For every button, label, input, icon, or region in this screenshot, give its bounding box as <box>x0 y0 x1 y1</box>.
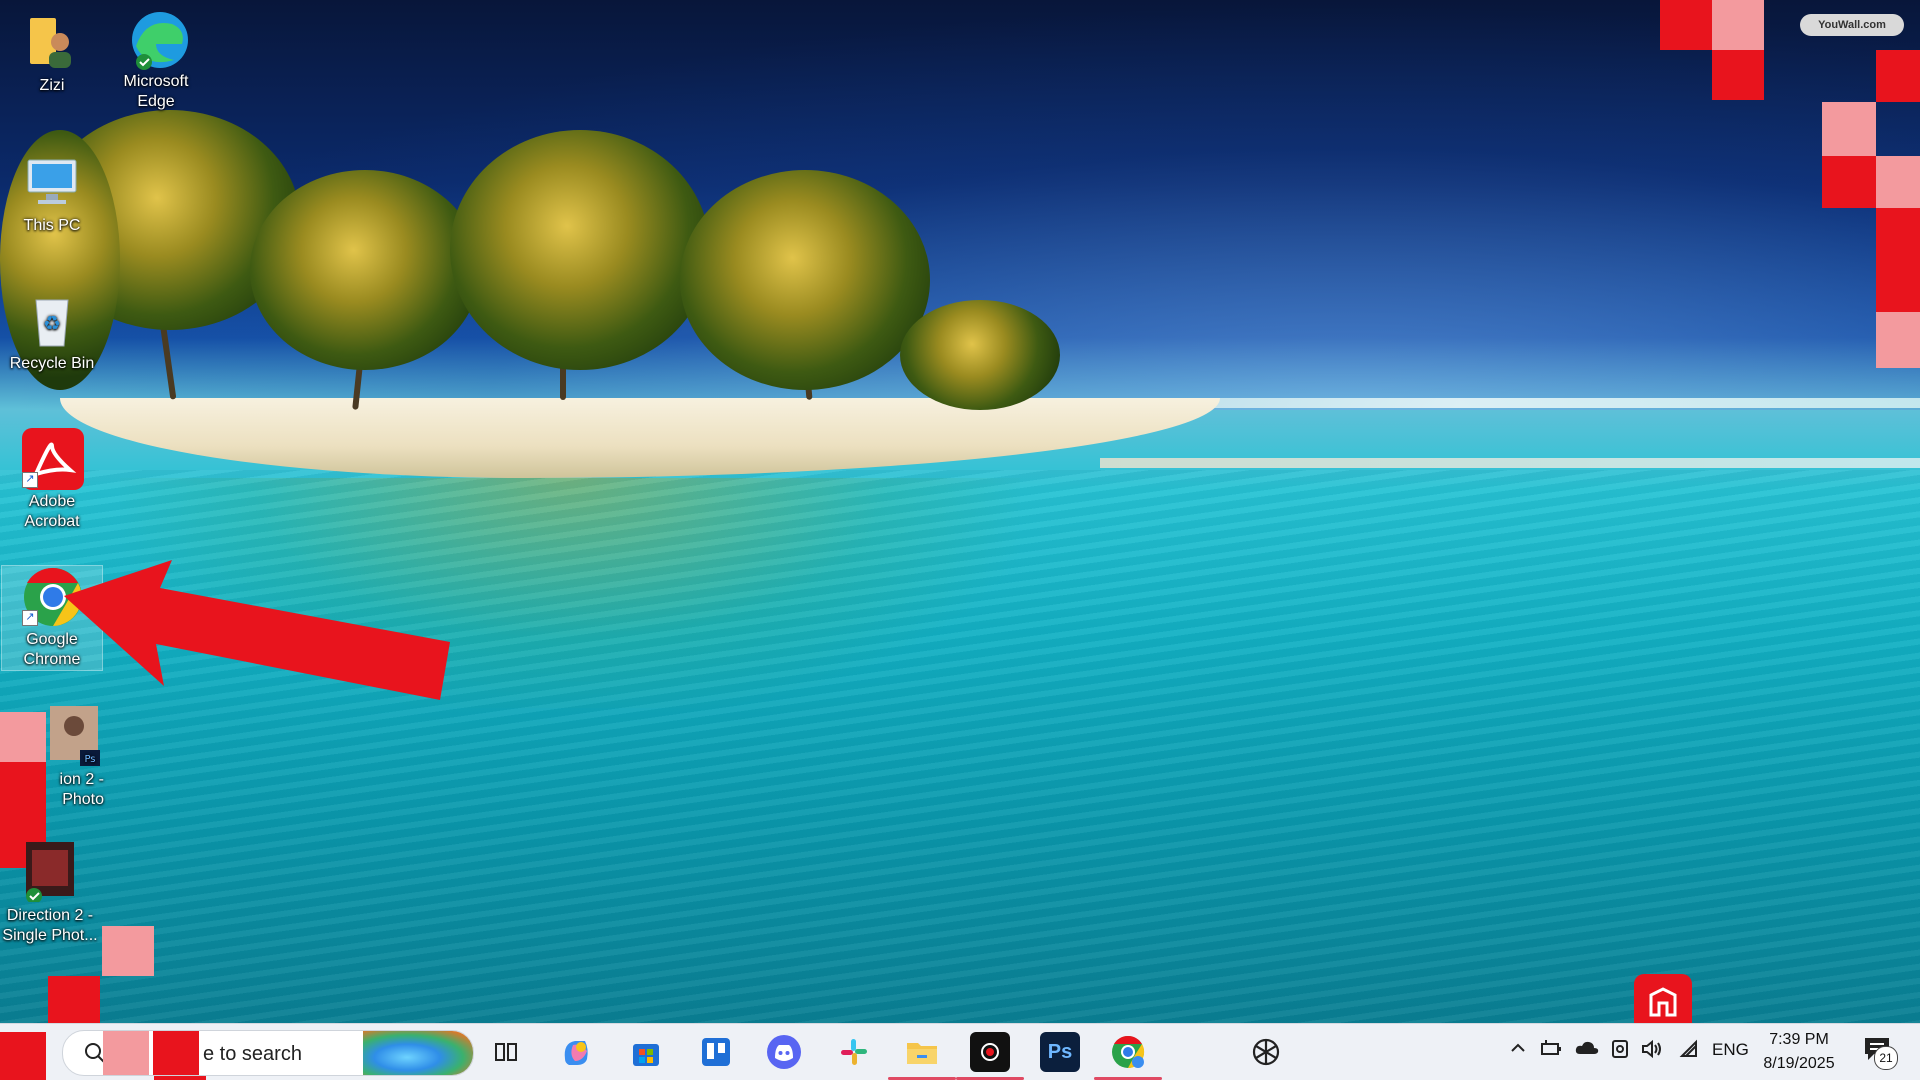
pixel-block <box>1712 50 1764 100</box>
pixel-block <box>1660 0 1712 50</box>
trello-icon <box>702 1038 730 1066</box>
desktop-icon-this-pc[interactable]: This PC <box>2 152 102 236</box>
wifi-icon[interactable] <box>1678 1038 1700 1066</box>
shortcut-arrow-icon: ↗ <box>22 472 38 488</box>
store-icon <box>633 1044 659 1066</box>
clock-time: 7:39 PM <box>1769 1031 1829 1048</box>
chrome-profile-button[interactable] <box>1094 1032 1162 1080</box>
task-view-icon <box>495 1043 517 1061</box>
pixel-block <box>0 1032 46 1080</box>
pixel-block <box>1876 208 1920 312</box>
watermark-badge: YouWall.com <box>1800 14 1904 36</box>
computer-icon <box>22 152 82 212</box>
palm-tree <box>250 170 480 370</box>
desktop-icon-single-photo[interactable]: Direction 2 - Single Phot... <box>0 842 100 946</box>
desktop-icon-adobe-acrobat[interactable]: ↗ Adobe Acrobat <box>2 428 102 532</box>
photo-file-icon <box>20 842 80 904</box>
annotation-arrow-icon <box>64 560 450 700</box>
edge-icon <box>126 8 188 70</box>
acrobat-icon: ↗ <box>22 428 84 490</box>
onedrive-cloud-icon[interactable] <box>1574 1038 1600 1064</box>
taskbar: e to search Ps ENG 7:39 PM 8/19/2025 21 <box>0 1023 1920 1080</box>
recorder-button[interactable] <box>956 1032 1024 1080</box>
palm-tree <box>450 130 710 370</box>
file-explorer-button[interactable] <box>888 1032 956 1080</box>
pixel-block <box>1822 102 1876 156</box>
pixel-block <box>153 1031 199 1075</box>
pixel-block <box>48 976 100 1026</box>
record-icon <box>981 1043 999 1061</box>
user-folder-icon <box>22 12 82 72</box>
input-language-indicator[interactable]: ENG <box>1712 1040 1749 1060</box>
task-view-button[interactable] <box>486 1032 526 1072</box>
clock[interactable]: 7:39 PM 8/19/2025 <box>1756 1028 1842 1076</box>
copilot-button[interactable] <box>556 1032 596 1072</box>
notification-center-button[interactable]: 21 <box>1862 1034 1898 1070</box>
notification-count-badge: 21 <box>1874 1046 1898 1070</box>
svg-text:♻: ♻ <box>43 311 61 335</box>
copilot-icon <box>564 1041 588 1065</box>
pixel-block <box>1876 312 1920 368</box>
recycle-bin-icon: ♻ <box>22 290 82 350</box>
taskbar-search-box[interactable]: e to search <box>62 1030 474 1076</box>
folder-icon <box>907 1043 937 1064</box>
volume-icon[interactable] <box>1640 1038 1664 1066</box>
pixel-block <box>1822 156 1876 208</box>
pixel-block <box>102 926 154 976</box>
clock-date: 8/19/2025 <box>1763 1055 1835 1072</box>
slack-button[interactable] <box>834 1032 874 1072</box>
pixel-block <box>103 1031 149 1075</box>
microsoft-store-button[interactable] <box>626 1032 666 1072</box>
svg-text:Ps: Ps <box>84 754 95 765</box>
discord-icon <box>767 1035 801 1069</box>
water-ripples <box>0 470 1920 1023</box>
chrome-icon <box>1112 1035 1145 1069</box>
desktop-icon-recycle-bin[interactable]: ♻ Recycle Bin <box>2 290 102 374</box>
chatgpt-icon <box>1252 1038 1280 1066</box>
show-hidden-icons-chevron-icon[interactable] <box>1508 1038 1528 1064</box>
desktop-icon-user-folder[interactable]: Zizi <box>2 12 102 96</box>
discord-button[interactable] <box>764 1032 804 1072</box>
photoshop-button[interactable]: Ps <box>1040 1032 1080 1072</box>
battery-saver-icon[interactable] <box>1540 1038 1564 1064</box>
meet-now-icon[interactable] <box>1610 1038 1630 1066</box>
desktop-icon-edge[interactable]: Microsoft Edge <box>106 8 206 112</box>
search-highlight-image <box>363 1031 473 1075</box>
palm-tree <box>900 300 1060 410</box>
desktop-icon-photo-project[interactable]: Ps ion 2 - Photo <box>24 706 124 810</box>
palm-tree <box>680 170 930 390</box>
desktop-wallpaper <box>0 0 1920 1023</box>
pixel-block <box>1876 50 1920 102</box>
sand-bar <box>1100 458 1920 468</box>
pixel-block <box>1876 156 1920 208</box>
photoshop-file-icon: Ps <box>44 706 104 766</box>
search-placeholder: e to search <box>203 1043 302 1065</box>
slack-icon <box>841 1039 867 1065</box>
sand-beach <box>60 398 1220 478</box>
shortcut-arrow-icon: ↗ <box>22 610 38 626</box>
chatgpt-button[interactable] <box>1246 1032 1286 1072</box>
pixel-block <box>1712 0 1764 50</box>
trello-button[interactable] <box>696 1032 736 1072</box>
